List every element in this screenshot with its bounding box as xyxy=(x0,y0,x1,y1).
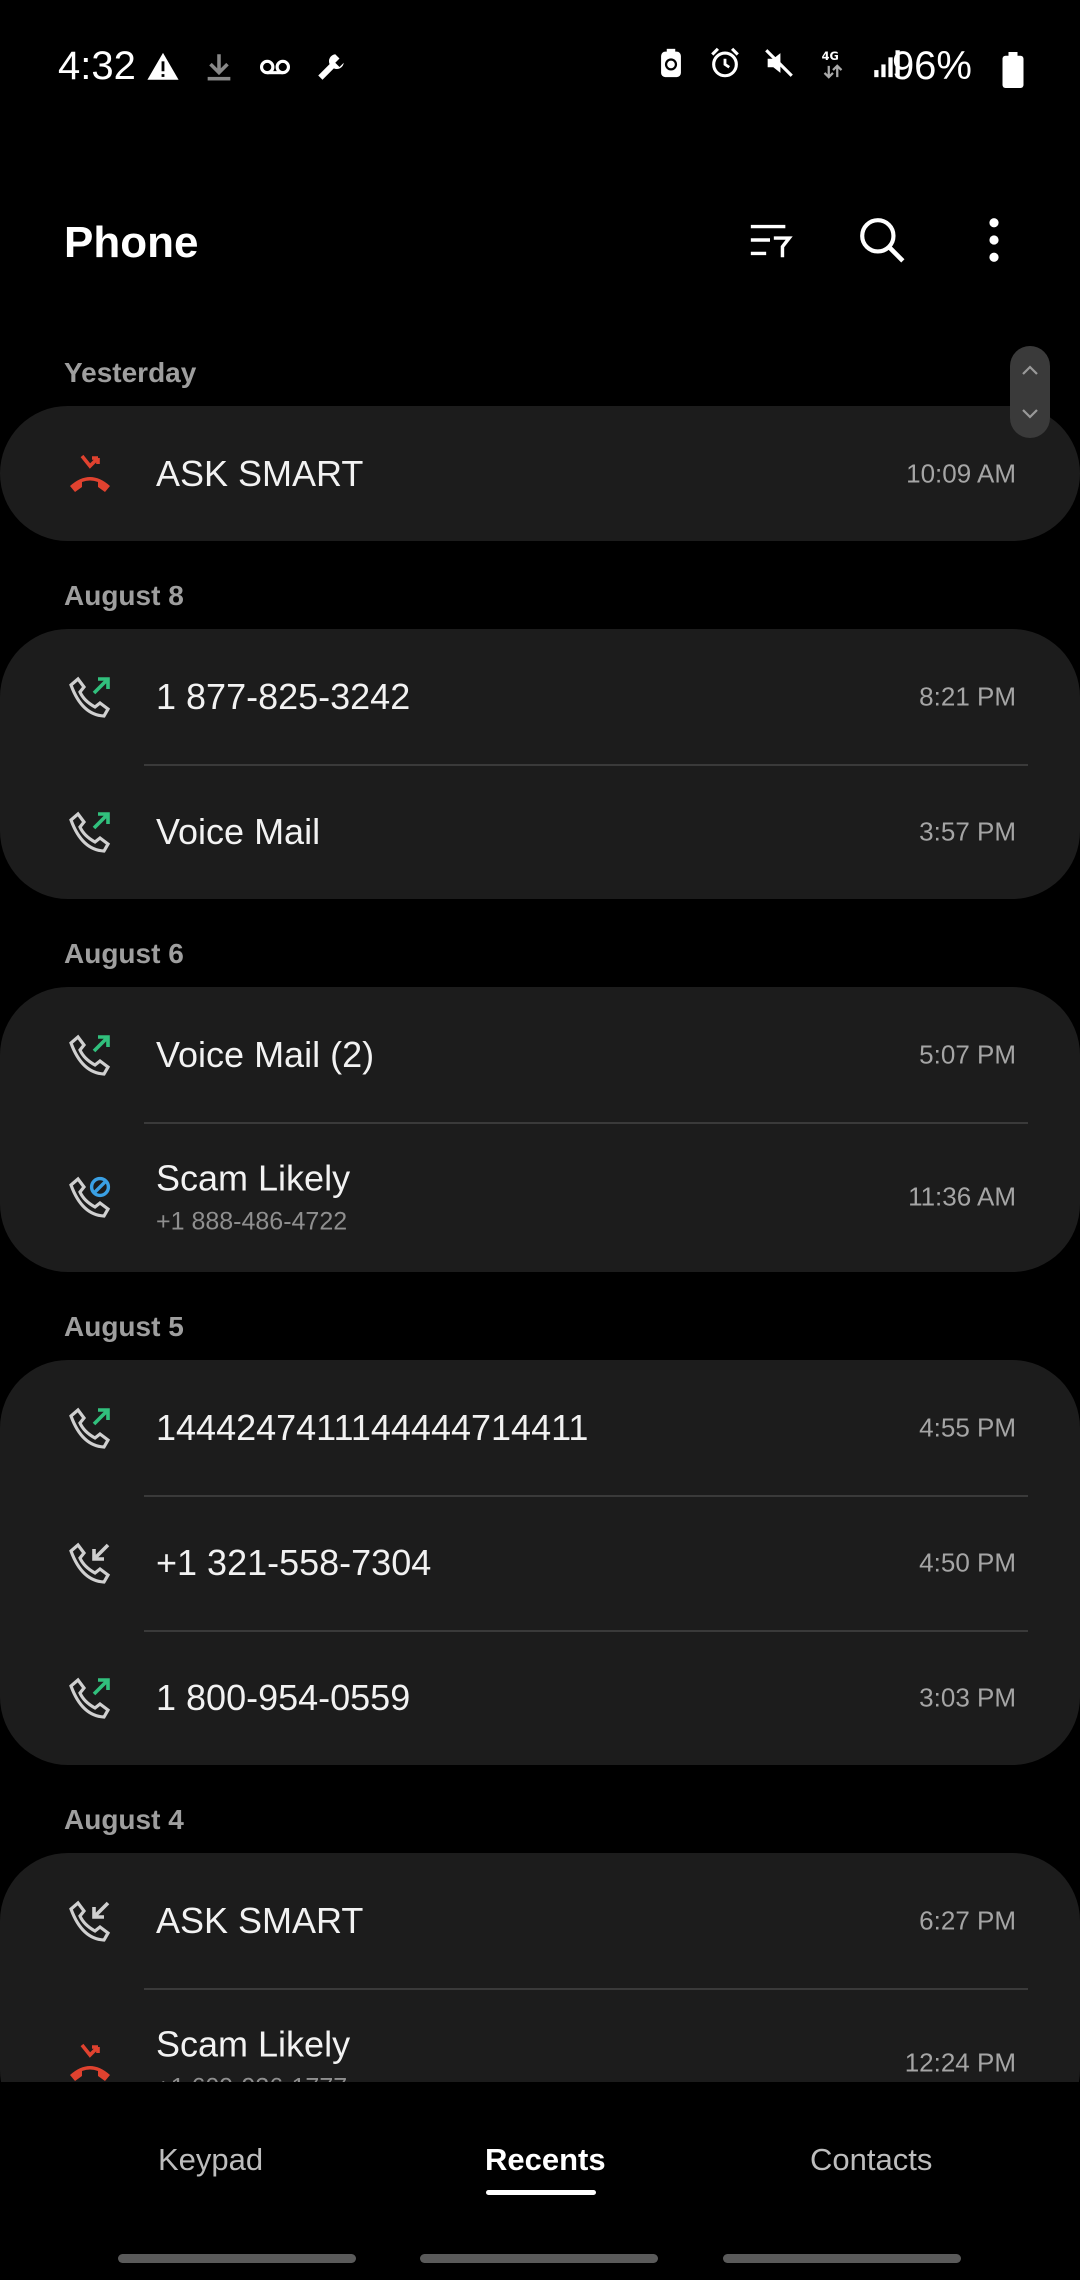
tab-contacts[interactable]: Contacts xyxy=(810,2142,932,2178)
incoming-call-icon xyxy=(69,1900,111,1942)
caller-number: +1 888-486-4722 xyxy=(156,1207,348,1236)
caller-name: Scam Likely xyxy=(156,2023,351,2065)
call-time: 3:03 PM xyxy=(919,1682,1016,1712)
page-title: Phone xyxy=(64,218,199,267)
search-icon xyxy=(860,218,905,263)
call-row[interactable]: Scam Likely +1 609-936-1777 12:24 PM xyxy=(0,1988,1080,2082)
call-group: ASK SMART 10:09 AM xyxy=(0,406,1080,541)
section-header: August 5 xyxy=(64,1311,184,1342)
caller-name: 1 800-954-0559 xyxy=(156,1676,411,1718)
alarm-icon xyxy=(711,47,739,78)
call-row[interactable]: ASK SMART 10:09 AM xyxy=(0,406,1080,541)
call-group: ASK SMART 6:27 PM Scam Likely +1 609-936… xyxy=(0,1853,1080,2082)
nav-back[interactable] xyxy=(723,2254,961,2263)
warning-icon xyxy=(147,52,179,80)
call-group: 1444247411144444714411 4:55 PM +1 321-55… xyxy=(0,1360,1080,1765)
outgoing-call-icon xyxy=(69,811,111,853)
call-time: 8:21 PM xyxy=(919,681,1016,711)
section-header: August 6 xyxy=(64,938,184,969)
call-time: 10:09 AM xyxy=(906,458,1016,488)
call-row[interactable]: 1 877-825-3242 8:21 PM xyxy=(0,629,1080,764)
call-row[interactable]: 1 800-954-0559 3:03 PM xyxy=(0,1630,1080,1765)
status-left-icons xyxy=(146,50,348,84)
caller-name: 1 877-825-3242 xyxy=(156,675,411,717)
outgoing-call-icon xyxy=(69,1407,111,1449)
section-header: Yesterday xyxy=(64,357,197,388)
battery-saver-icon xyxy=(661,48,681,78)
status-time: 4:32 xyxy=(58,44,136,88)
caller-name: Scam Likely xyxy=(156,1157,351,1199)
filter-icon xyxy=(750,224,793,258)
blocked-call-icon xyxy=(69,1176,111,1218)
call-row[interactable]: Scam Likely +1 888-486-4722 11:36 AM xyxy=(0,1122,1080,1272)
call-row[interactable]: Voice Mail (2) 5:07 PM xyxy=(0,987,1080,1122)
svg-text:4G: 4G xyxy=(822,49,839,63)
nav-home[interactable] xyxy=(420,2254,658,2263)
voicemail-icon xyxy=(259,59,291,75)
call-log-list[interactable]: Yesterday ASK SMART 10:09 AM August 8 1 … xyxy=(0,340,1080,2082)
system-nav-bar xyxy=(0,2254,1080,2264)
battery-percentage: 96% xyxy=(891,44,972,88)
section-header: August 8 xyxy=(64,580,184,611)
call-time: 3:57 PM xyxy=(919,816,1016,846)
fast-scroll-handle[interactable] xyxy=(1010,346,1050,438)
caller-name: Voice Mail xyxy=(156,810,321,852)
nav-recent-apps[interactable] xyxy=(118,2254,356,2263)
active-tab-indicator xyxy=(486,2190,596,2195)
call-time: 6:27 PM xyxy=(919,1905,1016,1935)
4g-lte-icon: 4G xyxy=(822,49,843,79)
call-time: 11:36 AM xyxy=(908,1181,1016,1212)
call-group: Voice Mail (2) 5:07 PM Scam Likely +1 88… xyxy=(0,987,1080,1272)
tab-recents[interactable]: Recents xyxy=(485,2142,606,2178)
incoming-call-icon xyxy=(69,1542,111,1584)
scroll-arrows-icon xyxy=(1022,365,1038,419)
caller-number: +1 609-936-1777 xyxy=(156,2074,350,2083)
missed-call-icon xyxy=(70,2043,110,2081)
wrench-icon xyxy=(318,54,344,80)
outgoing-call-icon xyxy=(69,1677,111,1719)
call-row[interactable]: Voice Mail 3:57 PM xyxy=(0,764,1080,899)
download-icon xyxy=(207,54,231,81)
battery-icon xyxy=(1002,52,1024,88)
call-row[interactable]: 1444247411144444714411 4:55 PM xyxy=(0,1360,1080,1495)
header-actions xyxy=(742,212,1022,268)
more-options-button[interactable] xyxy=(966,212,1022,268)
status-right-icons: 4G xyxy=(654,46,904,80)
caller-name: Voice Mail (2) xyxy=(156,1033,375,1075)
section-header: August 4 xyxy=(64,1804,184,1835)
call-time: 12:24 PM xyxy=(904,2047,1016,2078)
call-time: 5:07 PM xyxy=(919,1039,1016,1069)
outgoing-call-icon xyxy=(69,676,111,718)
filter-button[interactable] xyxy=(742,212,798,268)
call-row[interactable]: ASK SMART 6:27 PM xyxy=(0,1853,1080,1988)
more-options-icon xyxy=(989,218,999,262)
mute-icon xyxy=(765,49,793,77)
call-group: 1 877-825-3242 8:21 PM Voice Mail 3:57 P… xyxy=(0,629,1080,899)
tab-keypad[interactable]: Keypad xyxy=(158,2142,263,2178)
call-time: 4:50 PM xyxy=(919,1547,1016,1577)
outgoing-call-icon xyxy=(69,1034,111,1076)
call-row[interactable]: +1 321-558-7304 4:50 PM xyxy=(0,1495,1080,1630)
caller-name: ASK SMART xyxy=(156,1899,364,1941)
caller-name: 1444247411144444714411 xyxy=(156,1406,589,1448)
call-time: 4:55 PM xyxy=(919,1412,1016,1442)
search-button[interactable] xyxy=(854,212,910,268)
caller-name: +1 321-558-7304 xyxy=(156,1541,432,1583)
bottom-tabs: Keypad Recents Contacts xyxy=(0,2120,1080,2210)
missed-call-icon xyxy=(70,454,110,492)
caller-name: ASK SMART xyxy=(156,452,364,494)
status-bar: 4:32 4G 96% xyxy=(0,0,1080,140)
